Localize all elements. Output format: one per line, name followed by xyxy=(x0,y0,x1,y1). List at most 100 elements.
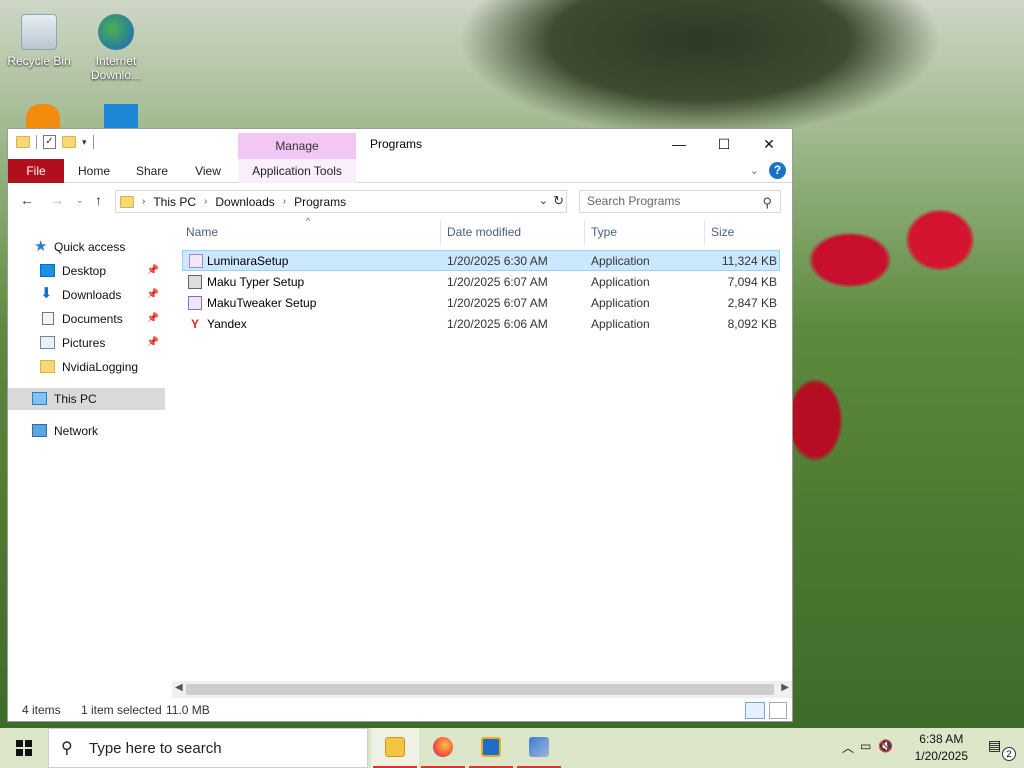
taskbar-app-installer[interactable] xyxy=(515,728,563,768)
partial-desktop-icon[interactable] xyxy=(104,104,138,130)
computer-icon xyxy=(32,392,47,405)
column-header-name[interactable]: Name xyxy=(186,225,218,239)
taskbar-app-file-explorer[interactable] xyxy=(371,728,419,768)
desktop-icon-recycle-bin[interactable]: Recycle Bin xyxy=(3,8,75,68)
customize-qat-icon[interactable]: ▾ xyxy=(82,137,87,148)
column-headers: ^ Name Date modified Type Size xyxy=(182,216,787,245)
clock[interactable]: 6:38 AM 1/20/2025 xyxy=(915,731,968,765)
makutweaker-icon xyxy=(188,296,202,310)
large-icons-view-button[interactable] xyxy=(769,702,787,719)
tab-view[interactable]: View xyxy=(186,159,230,183)
column-header-size[interactable]: Size xyxy=(711,225,734,239)
recent-locations-chevron-icon[interactable]: ⌄ xyxy=(76,195,84,206)
start-button[interactable] xyxy=(0,728,48,768)
pin-icon[interactable]: 📌 xyxy=(147,284,159,306)
taskbar-app-firefox[interactable] xyxy=(419,728,467,768)
documents-icon xyxy=(42,312,54,325)
virtualbox-icon xyxy=(481,737,501,757)
scrollbar-thumb[interactable] xyxy=(186,684,774,695)
show-hidden-icons-chevron-icon[interactable]: ︿ xyxy=(842,739,854,756)
application-icon xyxy=(189,254,203,268)
sidebar-item-documents[interactable]: Documents 📌 xyxy=(8,308,165,330)
scroll-left-arrow-icon[interactable]: ◀ xyxy=(175,682,183,693)
yandex-icon: Y xyxy=(188,317,202,331)
window-title: Programs xyxy=(370,137,423,151)
address-dropdown-icon[interactable]: ⌄ xyxy=(539,194,548,207)
file-row[interactable]: MakuTweaker Setup 1/20/2025 6:07 AM Appl… xyxy=(182,293,780,314)
close-button[interactable]: ✕ xyxy=(746,129,792,159)
pin-icon[interactable]: 📌 xyxy=(147,332,159,354)
column-header-date-modified[interactable]: Date modified xyxy=(447,225,521,239)
horizontal-scrollbar[interactable]: ◀ ▶ xyxy=(172,681,792,698)
folder-icon xyxy=(120,195,134,208)
taskbar-search-input[interactable]: ⚲ Type here to search xyxy=(48,728,368,768)
internet-download-manager-icon xyxy=(98,14,134,50)
navigation-bar: ← → ⌄ ↑ › This PC › Downloads › Programs… xyxy=(8,184,792,216)
pin-icon[interactable]: 📌 xyxy=(147,260,159,282)
up-arrow-icon[interactable]: ↑ xyxy=(95,192,102,208)
sort-ascending-icon: ^ xyxy=(306,216,311,226)
partial-desktop-icon[interactable] xyxy=(26,104,60,130)
new-folder-icon[interactable] xyxy=(62,136,76,148)
breadcrumb-downloads[interactable]: Downloads xyxy=(215,195,274,209)
sidebar-item-downloads[interactable]: ⬇ Downloads 📌 xyxy=(8,284,165,306)
desktop-icon-label: Internet Downlo... xyxy=(90,54,142,82)
network-icon xyxy=(32,424,47,437)
file-row[interactable]: LuminaraSetup 1/20/2025 6:30 AM Applicat… xyxy=(182,250,780,271)
selection-count: 1 item selected xyxy=(81,703,162,717)
search-icon: ⚲ xyxy=(762,195,772,210)
volume-muted-icon[interactable]: 🔇 xyxy=(878,739,893,753)
chevron-down-icon[interactable]: ⌄ xyxy=(750,164,759,177)
sidebar-item-pictures[interactable]: Pictures 📌 xyxy=(8,332,165,354)
tab-application-tools[interactable]: Application Tools xyxy=(238,159,356,183)
selection-size: 11.0 MB xyxy=(166,703,210,717)
sidebar-item-network[interactable]: Network xyxy=(8,420,165,442)
desktop-icon-label: Recycle Bin xyxy=(7,54,71,68)
refresh-icon[interactable]: ↻ xyxy=(553,193,564,209)
downloads-icon: ⬇ xyxy=(40,285,53,302)
scroll-right-arrow-icon[interactable]: ▶ xyxy=(781,682,789,693)
sidebar-item-nvidialogging[interactable]: NvidiaLogging xyxy=(8,356,165,378)
search-icon: ⚲ xyxy=(61,740,73,757)
installer-icon xyxy=(529,737,549,757)
recycle-bin-icon xyxy=(21,14,57,50)
desktop-icon xyxy=(40,264,55,277)
sidebar-item-quick-access[interactable]: ★ Quick access xyxy=(8,236,165,258)
file-row[interactable]: Y Yandex 1/20/2025 6:06 AM Application 8… xyxy=(182,314,780,335)
details-view-button[interactable] xyxy=(745,702,765,719)
file-row[interactable]: Maku Typer Setup 1/20/2025 6:07 AM Appli… xyxy=(182,272,780,293)
tab-file[interactable]: File xyxy=(8,159,64,183)
back-arrow-icon[interactable]: ← xyxy=(20,192,34,208)
properties-icon[interactable]: ✓ xyxy=(43,135,56,149)
tab-manage[interactable]: Manage xyxy=(238,133,356,160)
tab-share[interactable]: Share xyxy=(130,159,174,183)
notification-badge: 2 xyxy=(1002,747,1016,761)
network-status-icon[interactable]: ▭ xyxy=(860,739,871,753)
installer-icon xyxy=(188,275,202,289)
search-input[interactable]: Search Programs ⚲ xyxy=(579,190,781,213)
pin-icon[interactable]: 📌 xyxy=(147,308,159,330)
help-icon[interactable]: ? xyxy=(769,162,786,179)
maximize-button[interactable]: ☐ xyxy=(701,129,747,159)
taskbar: ⚲ Type here to search ︿ ▭ 🔇 6:38 AM 1/20… xyxy=(0,728,1024,768)
forward-arrow-icon[interactable]: → xyxy=(50,192,64,208)
minimize-button[interactable]: — xyxy=(656,129,702,159)
status-bar: 4 items 1 item selected 11.0 MB xyxy=(8,699,792,721)
item-count: 4 items xyxy=(22,703,61,717)
breadcrumb-this-pc[interactable]: This PC xyxy=(153,195,196,209)
breadcrumb-programs[interactable]: Programs xyxy=(294,195,346,209)
address-bar[interactable]: › This PC › Downloads › Programs ⌄ ↻ xyxy=(115,190,567,213)
notification-center-icon[interactable]: ▤ 2 xyxy=(988,737,1016,761)
sidebar-item-this-pc[interactable]: This PC xyxy=(8,388,165,410)
file-explorer-window: ✓ ▾ Manage Programs — ☐ ✕ File Home Shar… xyxy=(7,128,793,722)
tab-home[interactable]: Home xyxy=(72,159,116,183)
folder-icon xyxy=(16,136,30,148)
column-header-type[interactable]: Type xyxy=(591,225,617,239)
title-bar[interactable]: ✓ ▾ Manage Programs — ☐ ✕ xyxy=(8,129,792,160)
windows-logo-icon xyxy=(16,740,32,756)
sidebar-item-desktop[interactable]: Desktop 📌 xyxy=(8,260,165,282)
desktop-icon-internet-download-manager[interactable]: Internet Downlo... xyxy=(80,8,152,82)
taskbar-app-virtualbox[interactable] xyxy=(467,728,515,768)
file-list: ^ Name Date modified Type Size LuminaraS… xyxy=(182,216,787,681)
system-tray: ︿ ▭ 🔇 6:38 AM 1/20/2025 ▤ 2 xyxy=(834,728,1024,768)
